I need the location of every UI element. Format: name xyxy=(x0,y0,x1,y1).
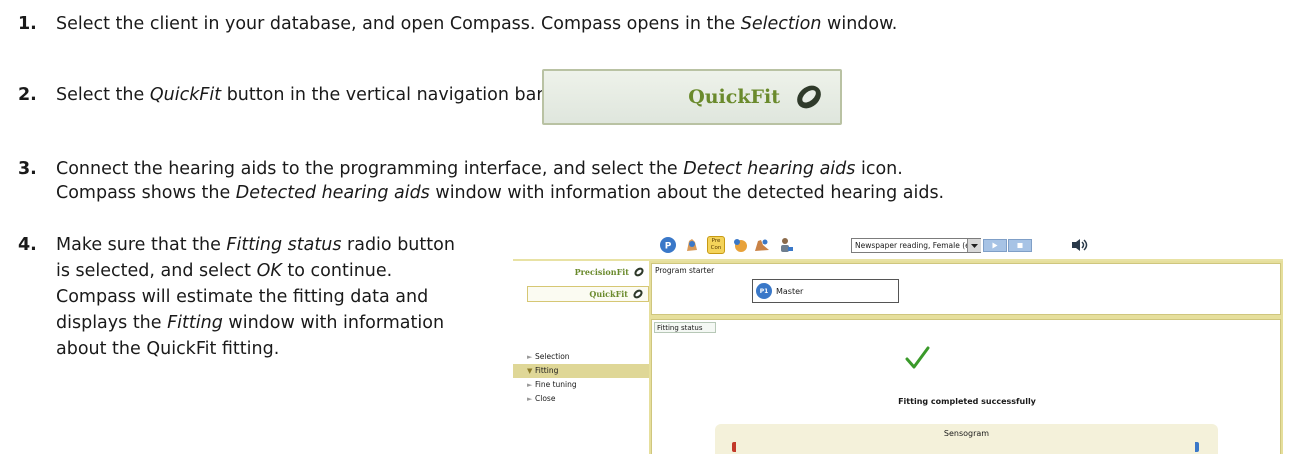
program-master-button[interactable]: P1 Master xyxy=(752,279,899,303)
panel-title: Program starter xyxy=(655,266,715,275)
chevron-down-icon: ▼ xyxy=(527,367,533,375)
step-emphasis: Selection xyxy=(740,14,822,34)
precon-label: Pre xyxy=(711,238,721,244)
precon-icon[interactable]: Pre Con xyxy=(707,236,725,254)
step-text: window. xyxy=(821,14,898,34)
step-3: 3. Connect the hearing aids to the progra… xyxy=(18,157,944,205)
step-text: window with information about the detect… xyxy=(429,183,945,203)
svg-text:P: P xyxy=(665,242,672,252)
quickfit-label: QuickFit xyxy=(688,86,780,108)
sensogram-title: Sensogram xyxy=(943,429,990,438)
o-ring-icon xyxy=(797,85,821,109)
step-emphasis: Detected hearing aids xyxy=(235,183,430,203)
step-2: 2. Select the QuickFit button in the vert… xyxy=(18,83,548,107)
nav-item-label: Fine tuning xyxy=(535,380,577,389)
step-4: 4. Make sure that the Fitting status rad… xyxy=(18,232,458,362)
nav-item-close[interactable]: ► Close xyxy=(513,392,649,406)
nav-item-label: Fitting xyxy=(535,366,559,375)
compass-screenshot: P Pre Con Newspaper reading, Female (en-… xyxy=(513,231,1283,454)
nav-item-label: Close xyxy=(535,394,556,403)
stop-button[interactable] xyxy=(1008,239,1032,252)
step-text: Connect the hearing aids to the programm… xyxy=(56,159,684,179)
speaker-icon[interactable] xyxy=(1070,237,1090,253)
checkmark-icon xyxy=(905,346,930,369)
step-text: Make sure that the xyxy=(56,235,227,255)
step-text: icon. xyxy=(855,159,903,179)
precon-label: Con xyxy=(710,245,722,251)
step-number: 3. xyxy=(18,159,37,179)
fitting-status-panel: Fitting status Fitting completed success… xyxy=(651,319,1281,454)
step-number: 1. xyxy=(18,14,37,34)
play-button[interactable] xyxy=(983,239,1007,252)
right-ear-marker xyxy=(1195,442,1199,452)
program-label: Master xyxy=(776,286,804,296)
step-1: 1. Select the client in your database, an… xyxy=(18,12,897,36)
o-ring-icon xyxy=(634,267,644,277)
p1-badge: P1 xyxy=(756,283,772,299)
step-number: 2. xyxy=(18,85,37,105)
step-body: Make sure that the Fitting status radio … xyxy=(56,232,458,362)
nav-item-fitting[interactable]: ▼ Fitting xyxy=(513,364,649,378)
sun-icon[interactable] xyxy=(731,236,749,254)
toolbar: P Pre Con Newspaper reading, Female (en-… xyxy=(513,231,1283,261)
left-ear-marker xyxy=(732,442,736,452)
hand-icon[interactable] xyxy=(683,236,701,254)
main-content: Program starter P1 Master Fitting status… xyxy=(649,261,1283,454)
stop-icon xyxy=(1017,242,1023,249)
quickfit-button[interactable]: QuickFit xyxy=(542,69,842,125)
step-text: Compass shows the xyxy=(56,183,236,203)
nav-item-selection[interactable]: ► Selection xyxy=(513,350,649,364)
step-line: Compass shows the Detected hearing aids … xyxy=(18,181,944,205)
program-starter-panel: Program starter P1 Master xyxy=(651,263,1281,315)
fitting-message: Fitting completed successfully xyxy=(898,397,1036,406)
chevron-right-icon: ► xyxy=(527,395,533,403)
step-text: Select the client in your database, and … xyxy=(56,14,741,34)
step-emphasis: Fitting xyxy=(167,313,223,333)
hands-icon[interactable] xyxy=(753,236,771,254)
play-icon xyxy=(992,242,998,249)
sound-select[interactable]: Newspaper reading, Female (en-G xyxy=(851,238,981,253)
nav-item-fine-tuning[interactable]: ► Fine tuning xyxy=(513,378,649,392)
chevron-right-icon: ► xyxy=(527,381,533,389)
step-line: 3. Connect the hearing aids to the progra… xyxy=(18,157,944,181)
p-circle-icon[interactable]: P xyxy=(659,236,677,254)
step-emphasis: QuickFit xyxy=(149,85,222,105)
quickfit-label: QuickFit xyxy=(589,289,628,299)
precisionfit-label: PrecisionFit xyxy=(574,267,629,277)
sensogram-panel: Sensogram xyxy=(715,424,1218,454)
step-emphasis: Detect hearing aids xyxy=(683,159,856,179)
chevron-down-icon[interactable] xyxy=(967,239,981,252)
step-emphasis: OK xyxy=(256,261,282,281)
person-icon[interactable] xyxy=(777,236,795,254)
quickfit-button[interactable]: QuickFit xyxy=(527,286,649,302)
vertical-navigation-bar: PrecisionFit QuickFit ► Selection ▼ Fittin… xyxy=(513,261,649,454)
step-emphasis: Fitting status xyxy=(226,235,342,255)
tab-fitting-status[interactable]: Fitting status xyxy=(654,322,716,333)
chevron-right-icon: ► xyxy=(527,353,533,361)
step-text: Select the xyxy=(56,85,150,105)
nav-item-label: Selection xyxy=(535,352,570,361)
step-number: 4. xyxy=(18,235,37,255)
step-text: button in the vertical navigation bar. xyxy=(221,85,548,105)
precisionfit-button[interactable]: PrecisionFit xyxy=(527,264,649,280)
o-ring-icon xyxy=(633,289,643,299)
